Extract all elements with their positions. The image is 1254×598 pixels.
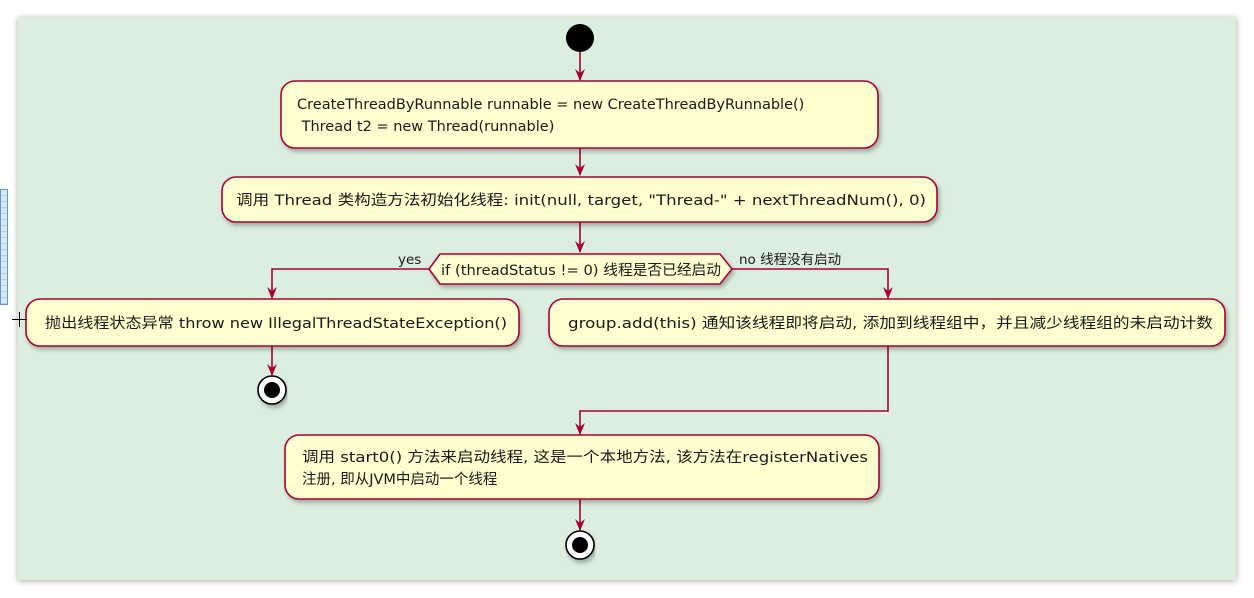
edge-group-to-merge	[575, 346, 889, 435]
activity-diagram: CreateThreadByRunnable runnable = new Cr…	[25, 24, 1226, 560]
init-thread-text: 调用 Thread 类构造方法初始化线程: init(null, target,…	[236, 192, 926, 209]
end-node-final	[565, 530, 595, 560]
start-node	[566, 24, 594, 52]
create-runnable-line1: CreateThreadByRunnable runnable = new Cr…	[297, 97, 804, 113]
node-start0: 调用 start0() 方法来启动线程, 这是一个本地方法, 该方法在regis…	[284, 434, 880, 500]
screenshot-stage: CreateThreadByRunnable runnable = new Cr…	[0, 0, 1254, 598]
node-create-runnable: CreateThreadByRunnable runnable = new Cr…	[280, 80, 879, 149]
edge-decision-yes	[267, 268, 429, 299]
end-node-exception	[257, 375, 287, 405]
create-runnable-line2: Thread t2 = new Thread(runnable)	[297, 119, 554, 135]
node-group-add: group.add(this) 通知该线程即将启动, 添加到线程组中，并且减少线…	[548, 298, 1226, 347]
decision-text: if (threadStatus != 0) 线程是否已经启动	[441, 262, 721, 279]
start0-line2: 注册, 即从JVM中启动一个线程	[302, 471, 497, 488]
crosshair-cursor-icon	[12, 312, 27, 327]
throw-exception-text: 抛出线程状态异常 throw new IllegalThreadStateExc…	[45, 315, 507, 332]
edge-decision-no	[732, 268, 893, 299]
node-init-thread: 调用 Thread 类构造方法初始化线程: init(null, target,…	[221, 176, 938, 223]
node-throw-exception: 抛出线程状态异常 throw new IllegalThreadStateExc…	[25, 298, 520, 347]
yes-branch-label: yes	[398, 252, 421, 268]
start0-line1: 调用 start0() 方法来启动线程, 这是一个本地方法, 该方法在regis…	[302, 449, 868, 466]
no-branch-label: no 线程没有启动	[739, 252, 841, 268]
node-decision: if (threadStatus != 0) 线程是否已经启动 yes no 线…	[398, 252, 841, 285]
group-add-text: group.add(this) 通知该线程即将启动, 添加到线程组中，并且减少线…	[568, 315, 1214, 332]
